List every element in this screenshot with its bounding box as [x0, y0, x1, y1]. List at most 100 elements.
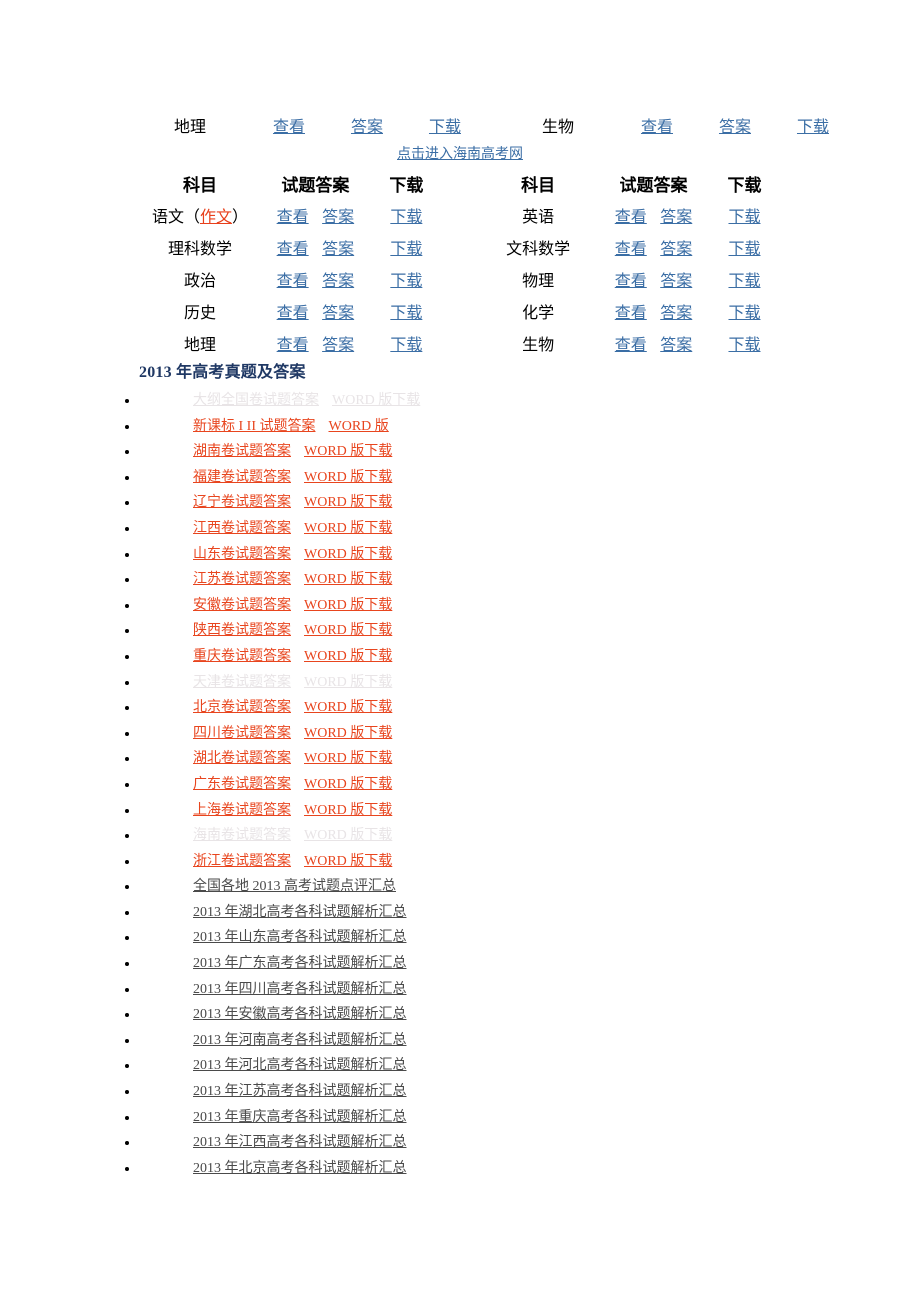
- word-download-link[interactable]: WORD 版下载: [304, 803, 392, 818]
- answer-link[interactable]: 答案: [322, 337, 354, 354]
- view-link[interactable]: 查看: [615, 337, 647, 354]
- download-link[interactable]: 下载: [728, 337, 760, 354]
- view-link[interactable]: 查看: [277, 337, 309, 354]
- word-download-link[interactable]: WORD 版下载: [304, 623, 392, 638]
- list-item: 北京卷试题答案 WORD 版下载: [0, 695, 920, 721]
- exam-answer-link[interactable]: 2013 年山东高考各科试题解析汇总: [193, 930, 407, 945]
- word-download-link[interactable]: WORD 版下载: [304, 854, 392, 869]
- exam-answer-link[interactable]: 2013 年安徽高考各科试题解析汇总: [193, 1007, 407, 1022]
- exam-answer-link[interactable]: 湖南卷试题答案: [193, 444, 291, 459]
- download-link[interactable]: 下载: [728, 241, 760, 258]
- download-cell-right: 下载: [699, 298, 790, 330]
- exam-answer-link[interactable]: 上海卷试题答案: [193, 803, 291, 818]
- view-link[interactable]: 查看: [277, 273, 309, 290]
- list-item: 天津卷试题答案 WORD 版下载: [0, 670, 920, 696]
- exam-answer-link[interactable]: 湖北卷试题答案: [193, 751, 291, 766]
- download-link[interactable]: 下载: [797, 119, 829, 136]
- exam-answer-link[interactable]: 江苏卷试题答案: [193, 572, 291, 587]
- answer-link[interactable]: 答案: [660, 273, 692, 290]
- download-cell-left: 下载: [361, 330, 452, 362]
- word-download-link[interactable]: WORD 版下载: [304, 675, 392, 690]
- word-download-link[interactable]: WORD 版下载: [304, 495, 392, 510]
- word-download-link[interactable]: WORD 版下载: [304, 751, 392, 766]
- answer-link[interactable]: 答案: [322, 305, 354, 322]
- exam-answer-link[interactable]: 海南卷试题答案: [193, 828, 291, 843]
- exam-answer-link[interactable]: 2013 年重庆高考各科试题解析汇总: [193, 1110, 407, 1125]
- exam-answer-link[interactable]: 江西卷试题答案: [193, 521, 291, 536]
- word-download-link[interactable]: WORD 版下载: [304, 828, 392, 843]
- view-link[interactable]: 查看: [641, 119, 673, 136]
- download-link[interactable]: 下载: [390, 209, 422, 226]
- list-item: 新课标 I II 试题答案 WORD 版: [0, 414, 920, 440]
- exam-answer-link[interactable]: 浙江卷试题答案: [193, 854, 291, 869]
- exam-answer-link[interactable]: 2013 年湖北高考各科试题解析汇总: [193, 905, 407, 920]
- answer-link[interactable]: 答案: [719, 119, 751, 136]
- answer-link[interactable]: 答案: [322, 273, 354, 290]
- download-link[interactable]: 下载: [390, 241, 422, 258]
- view-link[interactable]: 查看: [615, 241, 647, 258]
- exam-answer-link[interactable]: 2013 年江西高考各科试题解析汇总: [193, 1135, 407, 1150]
- view-link[interactable]: 查看: [615, 209, 647, 226]
- exam-answer-link[interactable]: 广东卷试题答案: [193, 777, 291, 792]
- download-link[interactable]: 下载: [728, 273, 760, 290]
- answer-link[interactable]: 答案: [660, 337, 692, 354]
- exam-answer-link[interactable]: 全国各地 2013 高考试题点评汇总: [193, 879, 396, 894]
- view-link[interactable]: 查看: [277, 305, 309, 322]
- exam-answer-link[interactable]: 2013 年河北高考各科试题解析汇总: [193, 1058, 407, 1073]
- exam-answer-link[interactable]: 2013 年江苏高考各科试题解析汇总: [193, 1084, 407, 1099]
- exam-answer-link[interactable]: 陕西卷试题答案: [193, 623, 291, 638]
- word-download-link[interactable]: WORD 版下载: [304, 547, 392, 562]
- view-cell-right: 查看: [608, 266, 653, 298]
- exam-answer-link[interactable]: 2013 年河南高考各科试题解析汇总: [193, 1033, 407, 1048]
- word-download-link[interactable]: WORD 版下载: [304, 470, 392, 485]
- exam-answer-link[interactable]: 北京卷试题答案: [193, 700, 291, 715]
- exam-answer-link[interactable]: 重庆卷试题答案: [193, 649, 291, 664]
- download-cell-right: 下载: [699, 330, 790, 362]
- word-download-link[interactable]: WORD 版下载: [304, 726, 392, 741]
- exam-answer-link[interactable]: 山东卷试题答案: [193, 547, 291, 562]
- word-download-link[interactable]: WORD 版下载: [304, 700, 392, 715]
- column-spacer: [452, 330, 468, 362]
- view-link[interactable]: 查看: [615, 305, 647, 322]
- word-download-link[interactable]: WORD 版下载: [304, 521, 392, 536]
- exam-answer-link[interactable]: 2013 年广东高考各科试题解析汇总: [193, 956, 407, 971]
- word-download-link[interactable]: WORD 版下载: [332, 393, 420, 408]
- word-download-link[interactable]: WORD 版: [329, 419, 389, 434]
- view-link[interactable]: 查看: [273, 119, 305, 136]
- exam-answer-link[interactable]: 新课标 I II 试题答案: [193, 419, 316, 434]
- word-download-link[interactable]: WORD 版下载: [304, 444, 392, 459]
- download-link[interactable]: 下载: [728, 209, 760, 226]
- answer-link[interactable]: 答案: [660, 305, 692, 322]
- download-link[interactable]: 下载: [728, 305, 760, 322]
- word-download-link[interactable]: WORD 版下载: [304, 649, 392, 664]
- answer-link[interactable]: 答案: [660, 209, 692, 226]
- exam-answer-link[interactable]: 大纲全国卷试题答案: [193, 393, 319, 408]
- download-link[interactable]: 下载: [429, 119, 461, 136]
- word-download-link[interactable]: WORD 版下载: [304, 598, 392, 613]
- answer-link[interactable]: 答案: [660, 241, 692, 258]
- view-link[interactable]: 查看: [277, 241, 309, 258]
- answer-link[interactable]: 答案: [322, 241, 354, 258]
- enter-hainan-gaokao-link[interactable]: 点击进入海南高考网: [397, 147, 523, 162]
- exam-answer-link[interactable]: 福建卷试题答案: [193, 470, 291, 485]
- word-download-link[interactable]: WORD 版下载: [304, 572, 392, 587]
- top-table-body: 地理 查看 答案 下载 生物 查看 答案 下载: [130, 112, 852, 144]
- download-link[interactable]: 下载: [390, 305, 422, 322]
- exam-answer-link[interactable]: 2013 年四川高考各科试题解析汇总: [193, 982, 407, 997]
- exam-answer-link[interactable]: 安徽卷试题答案: [193, 598, 291, 613]
- answer-link[interactable]: 答案: [351, 119, 383, 136]
- word-download-link[interactable]: WORD 版下载: [304, 777, 392, 792]
- answer-cell-right: 答案: [654, 266, 699, 298]
- download-cell-left: 下载: [361, 266, 452, 298]
- exam-answer-link[interactable]: 2013 年北京高考各科试题解析汇总: [193, 1161, 407, 1176]
- view-link[interactable]: 查看: [615, 273, 647, 290]
- view-link[interactable]: 查看: [277, 209, 309, 226]
- answer-link[interactable]: 答案: [322, 209, 354, 226]
- exam-answer-link[interactable]: 四川卷试题答案: [193, 726, 291, 741]
- composition-link[interactable]: 作文: [200, 209, 232, 226]
- download-link[interactable]: 下载: [390, 337, 422, 354]
- download-link[interactable]: 下载: [390, 273, 422, 290]
- exam-answer-link[interactable]: 天津卷试题答案: [193, 675, 291, 690]
- exam-answer-link[interactable]: 辽宁卷试题答案: [193, 495, 291, 510]
- exam-links-list: 大纲全国卷试题答案 WORD 版下载 新课标 I II 试题答案 WORD 版湖南卷试…: [0, 388, 920, 1181]
